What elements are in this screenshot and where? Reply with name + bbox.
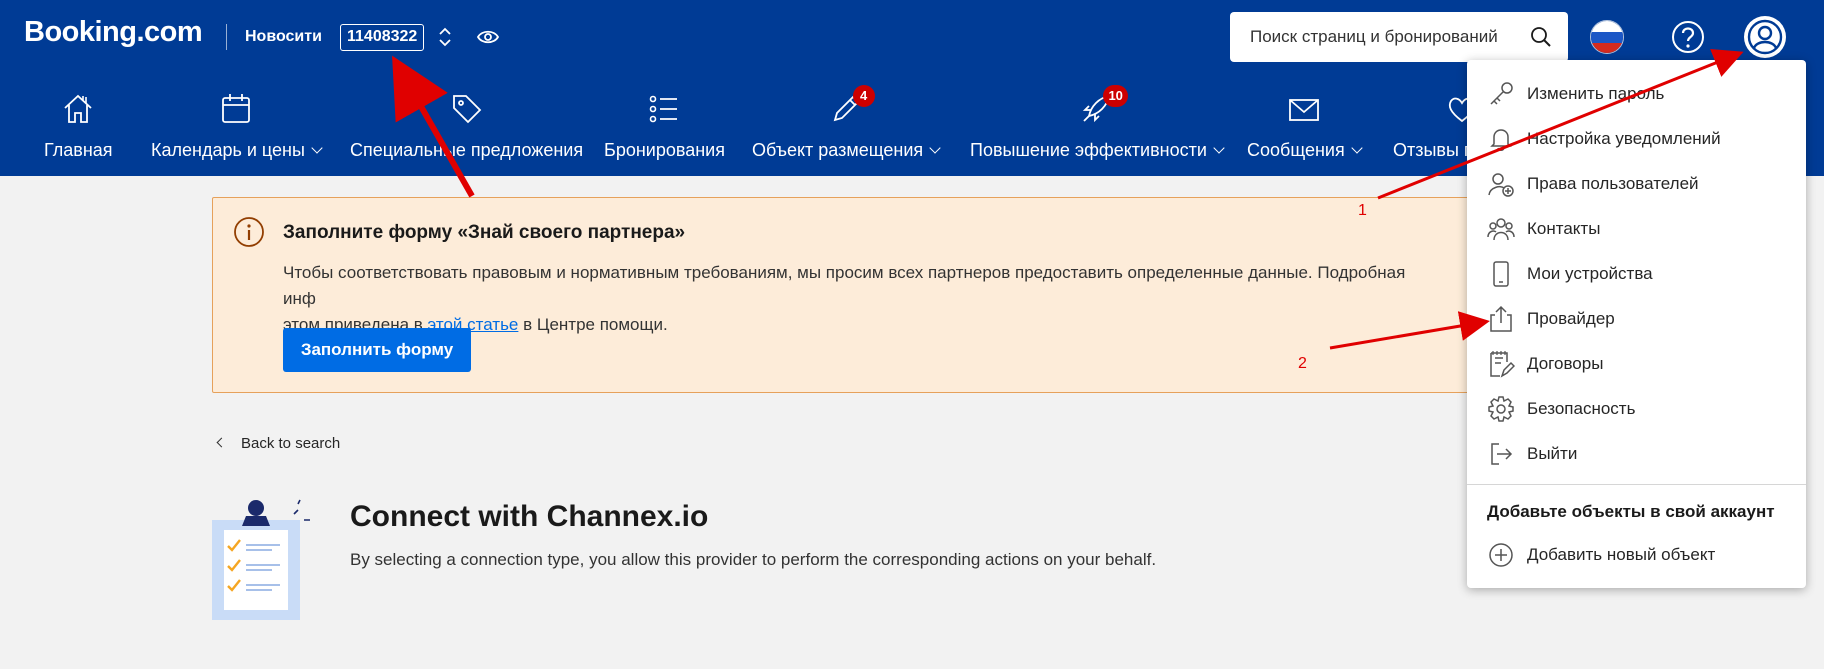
plus-circle-icon [1487, 541, 1515, 569]
page-subtitle: By selecting a connection type, you allo… [350, 550, 1157, 569]
menu-divider [1467, 484, 1806, 485]
annotation-number-1: 1 [1358, 202, 1367, 219]
nav-label: Сообщения [1247, 140, 1363, 161]
help-icon[interactable] [1670, 19, 1706, 55]
header-divider [226, 24, 227, 50]
nav-item-performance[interactable]: 10 Повышение эффективности [970, 85, 1225, 168]
tag-icon [450, 92, 484, 126]
menu-item-notifications[interactable]: Настройка уведомлений [1467, 116, 1806, 161]
phone-icon [1487, 260, 1515, 288]
nav-item-home[interactable]: Главная [44, 88, 113, 168]
contract-icon [1487, 350, 1515, 378]
search-icon[interactable] [1530, 26, 1552, 48]
menu-item-security[interactable]: Безопасность [1467, 386, 1806, 431]
annotation-number-2: 2 [1298, 355, 1307, 372]
nav-item-special-offers[interactable]: Специальные предложения [350, 88, 583, 168]
eye-icon[interactable] [476, 27, 500, 47]
search-input[interactable] [1250, 12, 1520, 62]
menu-item-provider[interactable]: Провайдер [1467, 296, 1806, 341]
menu-item-contacts[interactable]: Контакты [1467, 206, 1806, 251]
rocket-icon: 10 [1079, 85, 1128, 126]
fill-form-button[interactable]: Заполнить форму [283, 328, 471, 372]
alert-title: Заполните форму «Знай своего партнера» [283, 222, 686, 243]
nav-label: Бронирования [604, 140, 725, 160]
menu-item-user-rights[interactable]: Права пользователей [1467, 161, 1806, 206]
gear-icon [1487, 395, 1515, 423]
notification-badge: 4 [852, 85, 875, 107]
back-to-search-link[interactable]: Back to search [216, 435, 340, 452]
page-title: Connect with Channex.io [350, 500, 709, 533]
switch-property-icon[interactable] [437, 26, 453, 48]
alert-text: Чтобы соответствовать правовым и нормати… [283, 263, 1406, 334]
notification-badge: 10 [1103, 85, 1128, 107]
pencil-icon: 4 [829, 85, 875, 126]
nav-item-calendar[interactable]: Календарь и цены [151, 88, 323, 168]
logout-icon [1487, 440, 1515, 468]
nav-item-messages[interactable]: Сообщения [1247, 88, 1363, 168]
nav-item-reservations[interactable]: Бронирования [604, 88, 725, 168]
menu-item-logout[interactable]: Выйти [1467, 431, 1806, 476]
list-icon [647, 92, 681, 126]
chevron-left-icon [216, 437, 227, 448]
bell-icon [1487, 125, 1515, 153]
home-icon [61, 92, 95, 126]
nav-label: Повышение эффективности [970, 140, 1225, 161]
property-name: Новосити [245, 28, 322, 45]
russia-flag-icon[interactable] [1590, 20, 1624, 54]
nav-label: Объект размещения [752, 140, 941, 161]
menu-item-devices[interactable]: Мои устройства [1467, 251, 1806, 296]
clipboard-illustration [210, 498, 320, 623]
contacts-icon [1487, 215, 1515, 243]
nav-label: Календарь и цены [151, 140, 323, 161]
info-icon [233, 216, 265, 248]
key-icon [1487, 80, 1515, 108]
menu-item-add-property[interactable]: Добавить новый объект [1467, 532, 1806, 577]
account-dropdown-menu: Изменить пароль Настройка уведомлений Пр… [1467, 60, 1806, 588]
nav-label: Главная [44, 140, 113, 160]
envelope-icon [1287, 92, 1321, 126]
menu-section-heading: Добавьте объекты в свой аккаунт [1487, 502, 1775, 521]
menu-item-change-password[interactable]: Изменить пароль [1467, 71, 1806, 116]
nav-label: Специальные предложения [350, 140, 584, 160]
account-icon[interactable] [1744, 16, 1786, 58]
search-box [1230, 12, 1568, 62]
booking-logo[interactable]: Booking.com [24, 16, 203, 49]
user-add-icon [1487, 170, 1515, 198]
kyp-alert: Заполните форму «Знай своего партнера» Ч… [212, 197, 1612, 393]
menu-item-contracts[interactable]: Договоры [1467, 341, 1806, 386]
calendar-icon [219, 92, 253, 126]
upload-icon [1487, 305, 1515, 333]
property-id: 11408322 [340, 24, 425, 51]
nav-item-property[interactable]: 4 Объект размещения [752, 85, 941, 168]
